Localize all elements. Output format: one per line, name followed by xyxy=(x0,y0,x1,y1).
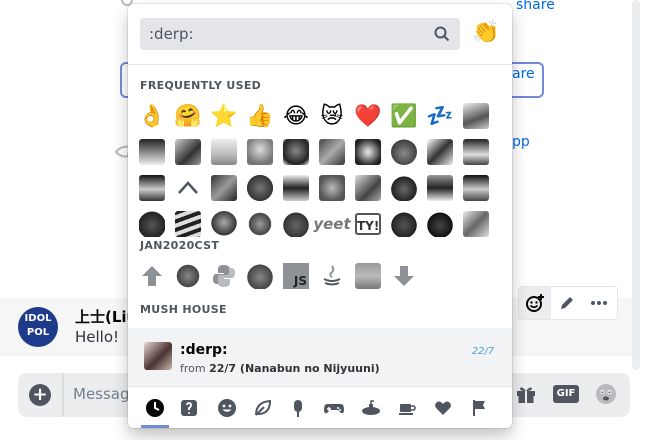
custom-emoji-photo[interactable] xyxy=(424,172,456,204)
emoji-search-box[interactable]: :derp: xyxy=(140,18,460,50)
custom-emoji-anime[interactable] xyxy=(352,260,384,292)
emoji-joy[interactable]: 😂 xyxy=(280,100,312,132)
custom-emoji-photo[interactable] xyxy=(460,172,492,204)
gif-button[interactable]: GIF xyxy=(553,385,579,403)
emoji-preview-name: :derp: xyxy=(180,342,228,358)
travel-submarine-icon[interactable] xyxy=(359,396,383,420)
nature-leaf-icon[interactable] xyxy=(251,396,275,420)
custom-emoji-chevron-up[interactable] xyxy=(172,172,204,204)
custom-emoji-photo[interactable] xyxy=(352,172,384,204)
custom-emoji-category-icon[interactable] xyxy=(177,396,201,420)
custom-emoji-stack[interactable] xyxy=(172,208,204,240)
symbols-heart-icon[interactable] xyxy=(431,396,455,420)
server-logo: 22/7 xyxy=(471,346,495,357)
partial-link[interactable]: pp xyxy=(512,134,530,150)
add-reaction-button[interactable] xyxy=(519,287,551,319)
invite-share-link[interactable]: share xyxy=(516,0,555,13)
custom-emoji-photo[interactable] xyxy=(460,136,492,168)
custom-emoji-pepe[interactable] xyxy=(388,172,420,204)
upload-plus-button[interactable]: + xyxy=(29,384,51,406)
emoji-server-name: 22/7 (Nanabun no Nijyuuni) xyxy=(209,362,380,375)
edit-button[interactable] xyxy=(551,287,583,319)
chat-scrollbar[interactable] xyxy=(632,0,640,370)
activities-gamepad-icon[interactable] xyxy=(322,396,346,420)
custom-emoji-photo[interactable] xyxy=(136,136,168,168)
custom-emoji-photo[interactable] xyxy=(172,136,204,168)
emoji-star[interactable]: ⭐ xyxy=(208,100,240,132)
emoji-zzz[interactable]: 💤 xyxy=(424,100,456,132)
custom-emoji-photo[interactable] xyxy=(280,136,312,168)
objects-coffee-icon[interactable] xyxy=(395,396,419,420)
message-hover-toolbar xyxy=(518,286,618,320)
flags-flag-icon[interactable] xyxy=(467,396,491,420)
section-title-mush-house: MUSH HOUSE xyxy=(140,303,227,316)
share-link-2[interactable]: are xyxy=(512,66,535,82)
custom-emoji-pepe[interactable] xyxy=(136,208,168,240)
section-title-jan2020cst: JAN2020CST xyxy=(140,239,220,252)
recent-clock-icon[interactable] xyxy=(143,396,167,420)
avatar[interactable]: IDOL POL xyxy=(18,307,58,347)
custom-emoji-pepe[interactable] xyxy=(388,136,420,168)
search-icon[interactable] xyxy=(434,26,450,46)
custom-emoji-pepe[interactable] xyxy=(424,208,456,240)
custom-emoji-fish[interactable] xyxy=(244,208,276,240)
custom-emoji-anime[interactable] xyxy=(460,208,492,240)
add-reaction-icon xyxy=(526,294,544,312)
emoji-crying-cat[interactable]: 😿 xyxy=(316,100,348,132)
custom-emoji-photo[interactable] xyxy=(244,136,276,168)
custom-emoji-pepe[interactable] xyxy=(244,172,276,204)
custom-emoji-javascript[interactable]: JS xyxy=(280,260,312,292)
custom-emoji-arrow-up[interactable] xyxy=(136,260,168,292)
emoji-button[interactable] xyxy=(594,382,618,410)
people-smile-icon[interactable] xyxy=(215,396,239,420)
custom-emoji-pepe[interactable] xyxy=(280,208,312,240)
emoji-search-input[interactable]: :derp: xyxy=(149,25,194,43)
emoji-face-icon xyxy=(596,384,616,404)
more-button[interactable] xyxy=(583,287,615,319)
custom-emoji-pepe[interactable] xyxy=(244,260,276,292)
message-text: Hello! xyxy=(75,328,120,346)
emoji-picker: :derp: 👏 FREQUENTLY USED 👌 🤗 ⭐ 👍 😂 😿 ❤️ … xyxy=(128,4,512,428)
emoji-preview-image xyxy=(144,342,172,370)
custom-emoji-photo[interactable] xyxy=(316,136,348,168)
custom-emoji-photo[interactable] xyxy=(280,172,312,204)
active-category-indicator xyxy=(141,425,169,428)
skin-tone-selector-icon[interactable]: 👏 xyxy=(472,20,499,45)
custom-emoji-photo[interactable] xyxy=(136,172,168,204)
custom-emoji-ty[interactable]: TY! xyxy=(352,208,384,240)
emoji-preview-source: from 22/7 (Nanabun no Nijyuuni) xyxy=(180,362,380,375)
custom-emoji-shark[interactable] xyxy=(172,260,204,292)
custom-emoji-face[interactable] xyxy=(316,172,348,204)
custom-emoji-photo[interactable] xyxy=(424,136,456,168)
custom-emoji-pepe[interactable] xyxy=(388,208,420,240)
custom-emoji-python[interactable] xyxy=(208,260,240,292)
emoji-ok-hand[interactable]: 👌 xyxy=(136,100,168,132)
emoji-thumbs-up[interactable]: 👍 xyxy=(244,100,276,132)
composer-divider xyxy=(62,373,64,417)
section-title-frequently-used: FREQUENTLY USED xyxy=(140,79,262,92)
custom-emoji-photo[interactable] xyxy=(208,136,240,168)
custom-emoji-arrow-down[interactable] xyxy=(388,260,420,292)
emoji-hugging[interactable]: 🤗 xyxy=(172,100,204,132)
emoji-heart[interactable]: ❤️ xyxy=(352,100,384,132)
emoji-check-mark[interactable]: ✅ xyxy=(388,100,420,132)
food-popsicle-icon[interactable] xyxy=(286,396,310,420)
custom-emoji-yeet[interactable]: yeet xyxy=(313,208,350,240)
custom-emoji-bald[interactable] xyxy=(208,208,240,240)
custom-emoji-photo[interactable] xyxy=(208,172,240,204)
pencil-icon xyxy=(561,297,573,309)
custom-emoji-photo[interactable] xyxy=(460,100,492,132)
picker-header-divider xyxy=(128,64,512,65)
gift-icon[interactable] xyxy=(515,383,537,409)
custom-emoji-photo[interactable] xyxy=(352,136,384,168)
more-icon xyxy=(591,301,607,305)
custom-emoji-java[interactable] xyxy=(316,260,348,292)
